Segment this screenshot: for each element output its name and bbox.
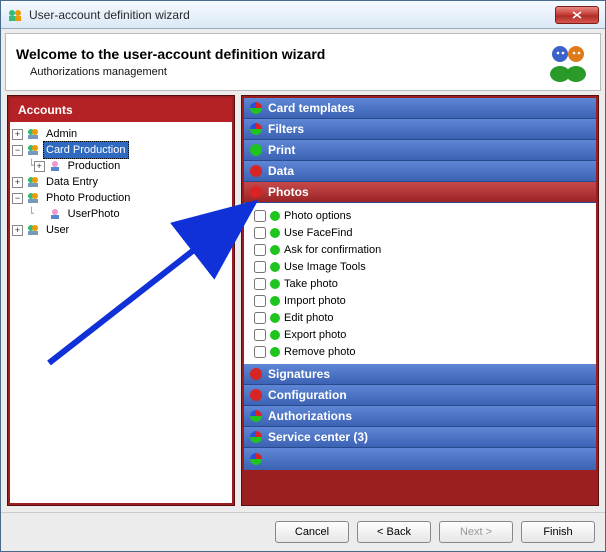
perm-checkbox[interactable]	[254, 210, 266, 222]
group-icon	[26, 127, 40, 141]
green-dot-icon	[270, 330, 280, 340]
app-icon	[7, 7, 23, 23]
titlebar: User-account definition wizard	[1, 1, 605, 29]
perm-row[interactable]: Remove photo	[254, 343, 590, 360]
category-service-center[interactable]: Service center (3)	[244, 427, 596, 448]
wizard-window: User-account definition wizard Welcome t…	[0, 0, 606, 552]
green-dot-icon	[250, 144, 262, 156]
category-authorizations[interactable]: Authorizations	[244, 406, 596, 427]
category-card-templates[interactable]: Card templates	[244, 98, 596, 119]
tree-node-production[interactable]: └ + Production	[12, 158, 230, 174]
photos-permissions-list[interactable]: Photo options Use FaceFind Ask for confi…	[244, 203, 596, 364]
user-icon	[48, 159, 62, 173]
red-dot-icon	[250, 186, 262, 198]
perm-row[interactable]: Import photo	[254, 292, 590, 309]
close-button[interactable]	[555, 6, 599, 24]
green-dot-icon	[270, 211, 280, 221]
content-area: Accounts + Admin − Card Production └ + P…	[1, 95, 605, 512]
green-dot-icon	[270, 245, 280, 255]
users-icon	[546, 42, 590, 82]
collapse-icon[interactable]: −	[12, 145, 23, 156]
perm-checkbox[interactable]	[254, 244, 266, 256]
red-dot-icon	[250, 368, 262, 380]
header-subtitle: Authorizations management	[30, 66, 536, 78]
perm-row[interactable]: Use FaceFind	[254, 224, 590, 241]
perm-row[interactable]: Photo options	[254, 207, 590, 224]
tri-dot-icon	[250, 102, 262, 114]
collapse-icon[interactable]: −	[12, 193, 23, 204]
perm-checkbox[interactable]	[254, 295, 266, 307]
category-print[interactable]: Print	[244, 140, 596, 161]
perm-row[interactable]: Ask for confirmation	[254, 241, 590, 258]
expand-icon[interactable]: +	[12, 225, 23, 236]
perm-checkbox[interactable]	[254, 312, 266, 324]
tri-dot-icon	[250, 453, 262, 465]
tree-node-photo-production[interactable]: − Photo Production	[12, 190, 230, 206]
tri-dot-icon	[250, 123, 262, 135]
user-icon	[48, 207, 62, 221]
green-dot-icon	[270, 262, 280, 272]
perm-checkbox[interactable]	[254, 329, 266, 341]
category-photos[interactable]: Photos	[244, 182, 596, 203]
red-dot-icon	[250, 389, 262, 401]
perm-checkbox[interactable]	[254, 227, 266, 239]
green-dot-icon	[270, 279, 280, 289]
tree-node-user-photo[interactable]: └ UserPhoto	[12, 206, 230, 222]
category-signatures[interactable]: Signatures	[244, 364, 596, 385]
expand-icon[interactable]: +	[12, 177, 23, 188]
tree-node-card-production[interactable]: − Card Production	[12, 142, 230, 158]
perm-checkbox[interactable]	[254, 261, 266, 273]
perm-row[interactable]: Export photo	[254, 326, 590, 343]
green-dot-icon	[270, 228, 280, 238]
tri-dot-icon	[250, 431, 262, 443]
back-button[interactable]: < Back	[357, 521, 431, 543]
group-icon	[26, 191, 40, 205]
tree-node-admin[interactable]: + Admin	[12, 126, 230, 142]
accounts-tree[interactable]: + Admin − Card Production └ + Production…	[10, 122, 232, 503]
group-icon	[26, 143, 40, 157]
window-title: User-account definition wizard	[29, 8, 555, 22]
expand-icon[interactable]: +	[34, 161, 45, 172]
perm-checkbox[interactable]	[254, 346, 266, 358]
category-data[interactable]: Data	[244, 161, 596, 182]
category-filters[interactable]: Filters	[244, 119, 596, 140]
next-button[interactable]: Next >	[439, 521, 513, 543]
wizard-buttons: Cancel < Back Next > Finish	[1, 512, 605, 551]
expand-icon[interactable]: +	[12, 129, 23, 140]
perm-row[interactable]: Take photo	[254, 275, 590, 292]
finish-button[interactable]: Finish	[521, 521, 595, 543]
perm-checkbox[interactable]	[254, 278, 266, 290]
green-dot-icon	[270, 296, 280, 306]
green-dot-icon	[270, 313, 280, 323]
tree-node-user[interactable]: + User	[12, 222, 230, 238]
perm-row[interactable]: Edit photo	[254, 309, 590, 326]
accounts-panel: Accounts + Admin − Card Production └ + P…	[7, 95, 235, 506]
permissions-panel: Card templates Filters Print Data Photos…	[241, 95, 599, 506]
close-icon	[572, 11, 582, 19]
accounts-title: Accounts	[10, 98, 232, 122]
perm-row[interactable]: Use Image Tools	[254, 258, 590, 275]
group-icon	[26, 175, 40, 189]
cancel-button[interactable]: Cancel	[275, 521, 349, 543]
green-dot-icon	[270, 347, 280, 357]
category-extra[interactable]	[244, 448, 596, 470]
group-icon	[26, 223, 40, 237]
red-dot-icon	[250, 165, 262, 177]
tree-node-data-entry[interactable]: + Data Entry	[12, 174, 230, 190]
wizard-header: Welcome to the user-account definition w…	[5, 33, 601, 91]
category-configuration[interactable]: Configuration	[244, 385, 596, 406]
tri-dot-icon	[250, 410, 262, 422]
header-title: Welcome to the user-account definition w…	[16, 46, 536, 62]
